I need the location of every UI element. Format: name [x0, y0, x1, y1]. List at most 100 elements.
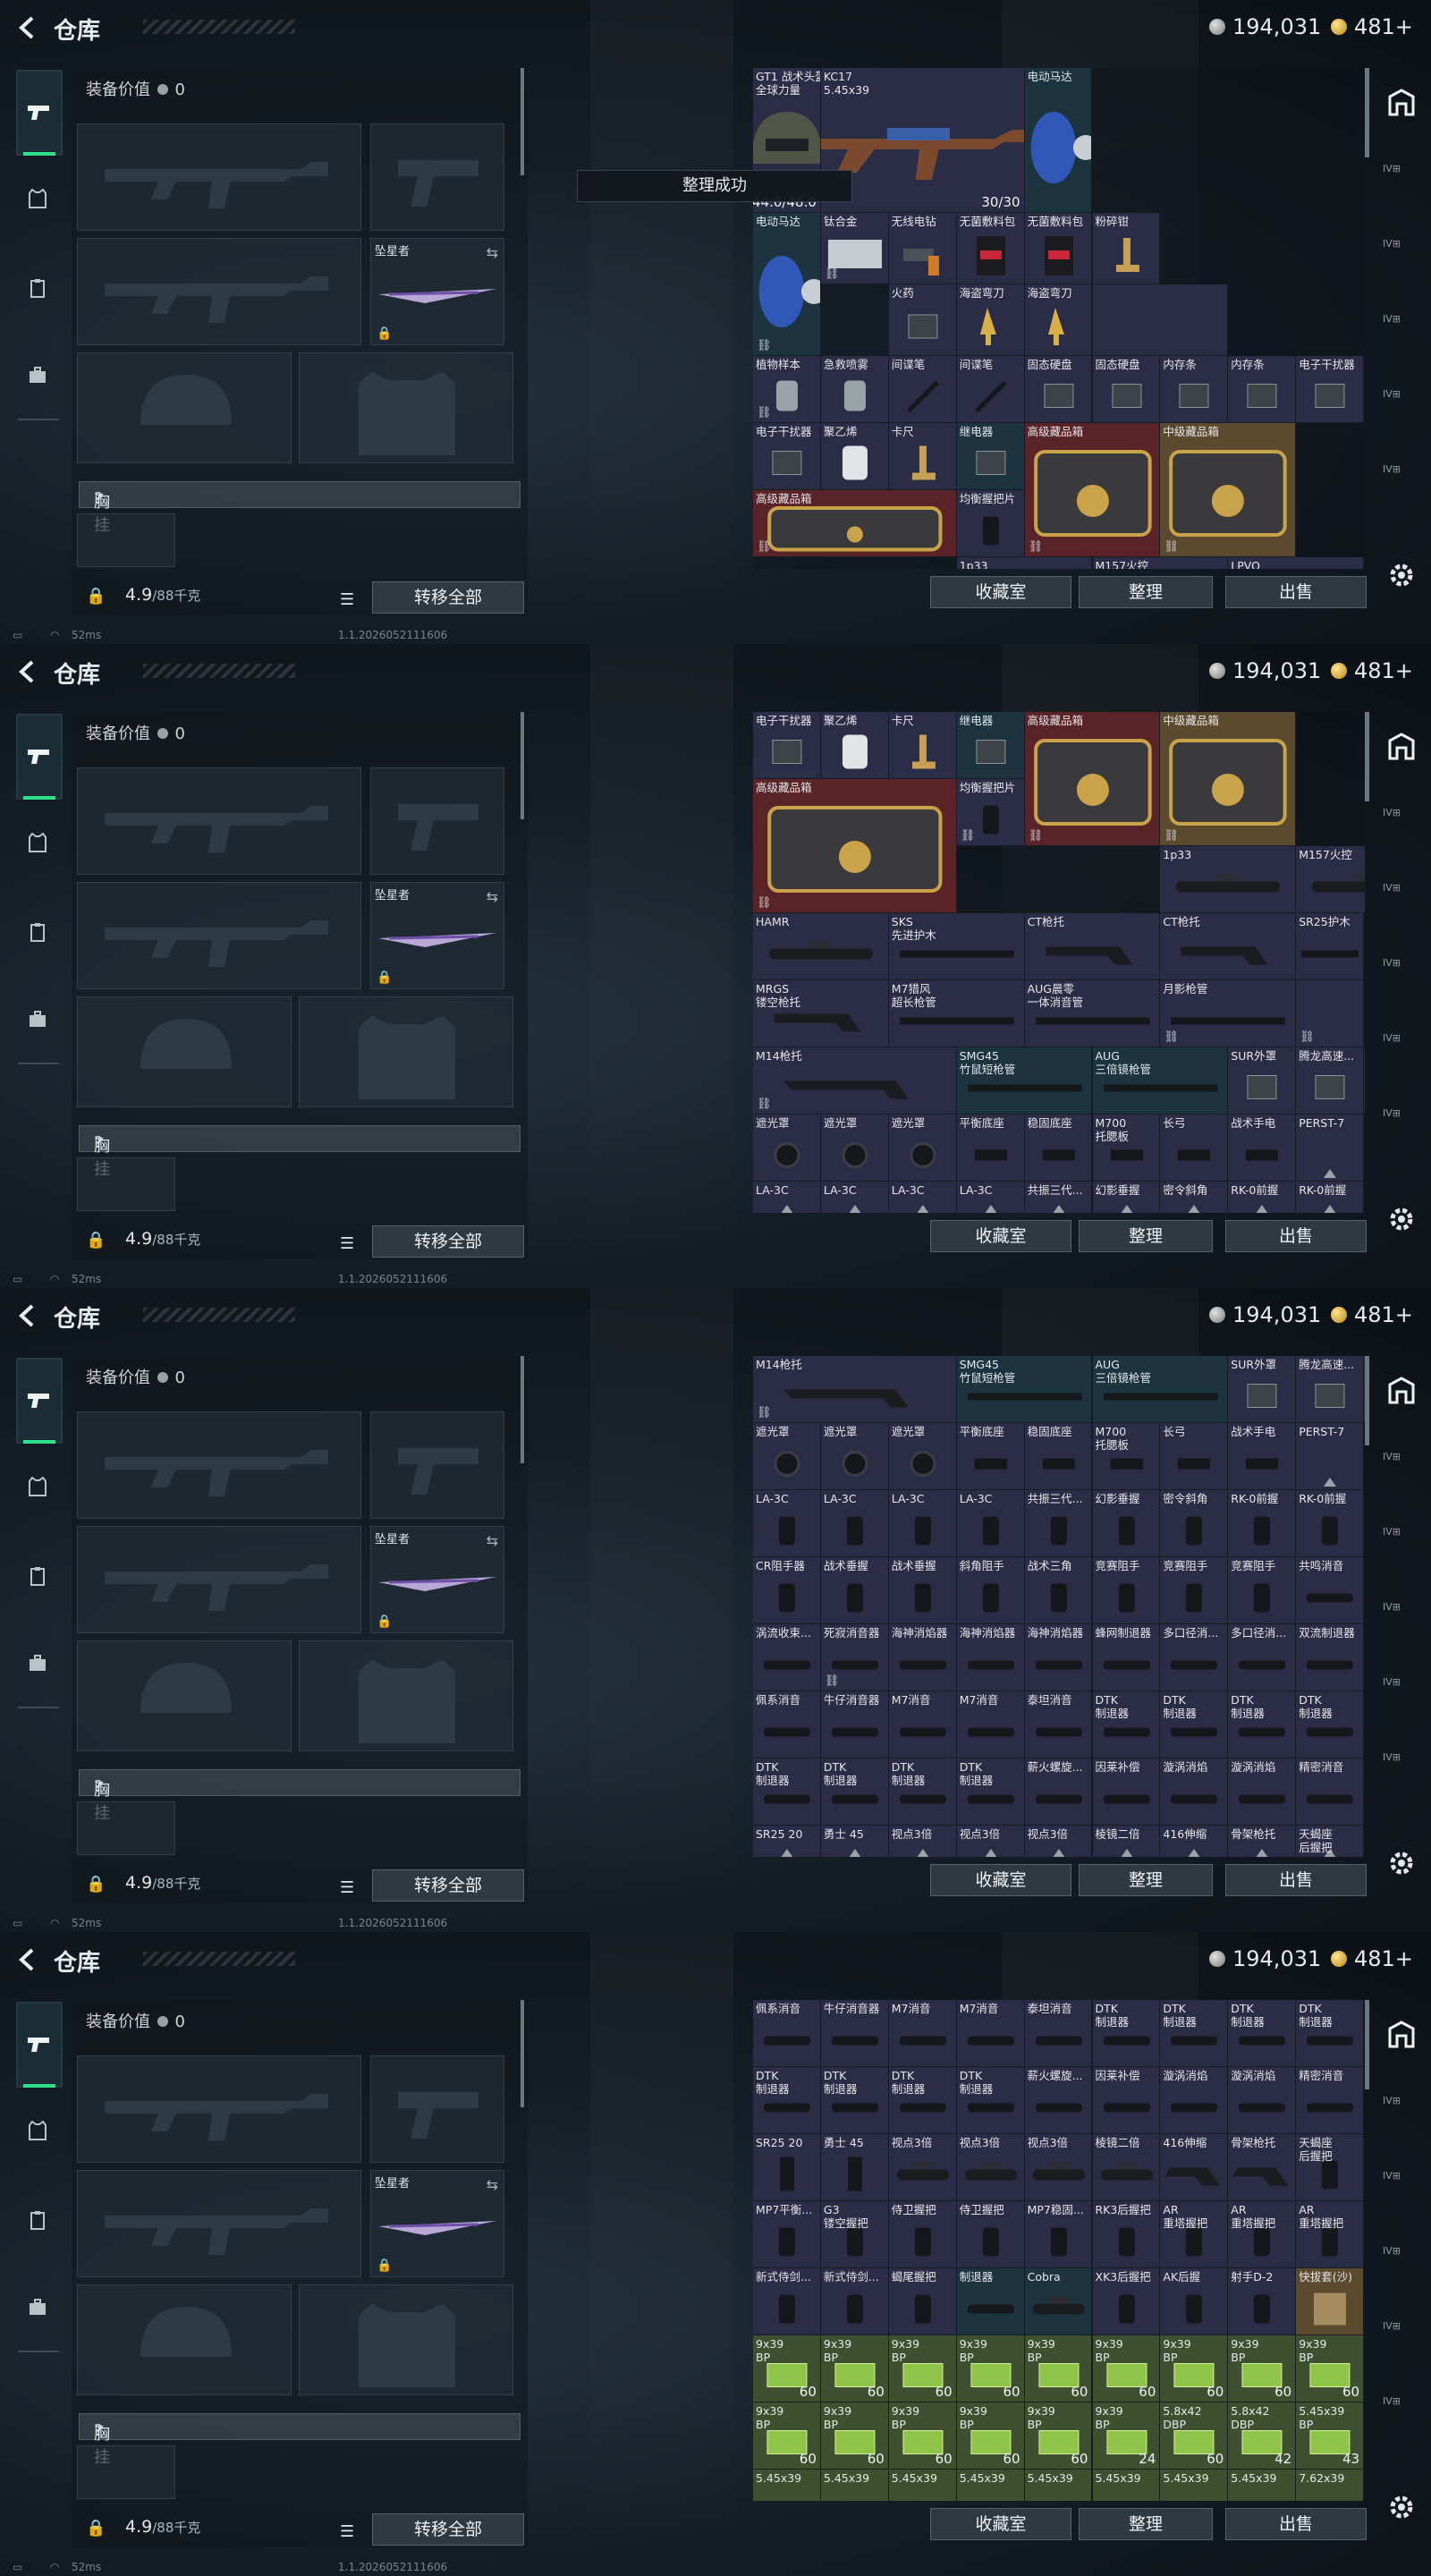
inventory-item[interactable]: 9x39 BP 24: [1092, 2402, 1161, 2470]
inventory-item[interactable]: 高级藏品箱 ⛓: [753, 779, 957, 913]
inventory-item[interactable]: AUG 三倍镜枪管: [1092, 1047, 1229, 1114]
container-badge-3[interactable]: IV⊞: [1383, 313, 1401, 325]
inventory-item[interactable]: RK-0前握: [1296, 1490, 1365, 1557]
inventory-item[interactable]: 均衡握把片: [956, 490, 1025, 557]
inventory-item[interactable]: RK-0前握: [1228, 1182, 1297, 1213]
collection-button[interactable]: 收藏室: [930, 2508, 1071, 2540]
list-icon[interactable]: ☰: [340, 2522, 354, 2541]
inventory-item[interactable]: LA-3C: [820, 1182, 889, 1213]
inventory-item[interactable]: 牛仔消音器: [820, 1691, 889, 1758]
armor-slot[interactable]: [299, 352, 513, 463]
inventory-item[interactable]: 钛合金 ⛓: [820, 213, 889, 284]
inventory-item[interactable]: 腾龙高速...: [1296, 1047, 1365, 1114]
list-icon[interactable]: ☰: [340, 590, 354, 609]
inventory-item[interactable]: 遮光罩: [888, 1114, 957, 1182]
inventory-item[interactable]: 高级藏品箱 ⛓: [753, 490, 957, 557]
sidearm-slot[interactable]: [370, 123, 504, 231]
inventory-item[interactable]: 9x39 BP 60: [1160, 2335, 1229, 2402]
inventory-item[interactable]: CR阻手器: [753, 1557, 821, 1624]
inventory-item[interactable]: 幻影垂握: [1092, 1490, 1161, 1557]
inventory-item[interactable]: DTK 制退器: [1296, 1691, 1365, 1758]
inventory-item[interactable]: 死寂消音器 ⛓: [820, 1624, 889, 1691]
inventory-item[interactable]: CT枪托: [1024, 913, 1161, 980]
inventory-item[interactable]: 均衡握把片 ⛓: [956, 779, 1025, 846]
sort-button[interactable]: 整理: [1079, 1220, 1213, 1252]
chest-rig-section[interactable]: 胸挂 ?: [79, 1125, 521, 1179]
inventory-item[interactable]: 高级藏品箱 ⛓: [1024, 423, 1161, 557]
inventory-item[interactable]: 中级藏品箱 ⛓: [1160, 712, 1297, 846]
inventory-item[interactable]: ⛓: [1296, 980, 1365, 1047]
warehouse-scrollbar[interactable]: [1365, 712, 1369, 801]
inventory-item[interactable]: DTK 制退器: [1228, 1691, 1297, 1758]
inventory-item[interactable]: 火药: [888, 284, 957, 356]
inventory-item[interactable]: DTK 制退器: [820, 1758, 889, 1826]
warehouse-scrollbar[interactable]: [1365, 2000, 1369, 2089]
container-badge-5[interactable]: IV⊞: [1383, 1751, 1401, 1763]
inventory-item[interactable]: 视点3倍: [1024, 2134, 1093, 2201]
inventory-item[interactable]: 内存条: [1228, 356, 1297, 423]
inventory-item[interactable]: 战术垂握: [820, 1557, 889, 1624]
inventory-item[interactable]: 遮光罩: [1364, 1047, 1365, 1114]
inventory-item[interactable]: 竞赛阻手: [1228, 1557, 1297, 1624]
sidearm-slot[interactable]: [370, 2055, 504, 2163]
inventory-item[interactable]: DTK 制退器: [888, 1758, 957, 1826]
primary-weapon-slot[interactable]: [77, 1411, 361, 1519]
inventory-item[interactable]: 共振三代...: [1024, 1182, 1093, 1213]
transfer-all-button[interactable]: 转移全部: [372, 1869, 524, 1902]
container-badge-1[interactable]: IV⊞: [1383, 2095, 1401, 2106]
inventory-item[interactable]: 佩系消音: [753, 1691, 821, 1758]
inventory-item[interactable]: 5.45x39 BP 43: [1296, 2402, 1365, 2470]
inventory-item[interactable]: LA-3C: [888, 1490, 957, 1557]
primary-weapon-slot[interactable]: [77, 2055, 361, 2163]
tab-misc[interactable]: [18, 1000, 57, 1039]
gear-icon[interactable]: [1386, 1204, 1417, 1234]
inventory-item[interactable]: DTK 制退器: [753, 2067, 821, 2134]
inventory-item[interactable]: 9x39 BP 60: [888, 2402, 957, 2470]
inventory-item[interactable]: M14枪托 ⛓: [753, 1047, 957, 1114]
gear-icon[interactable]: [1386, 1848, 1417, 1878]
secondary-weapon-slot[interactable]: [77, 2170, 361, 2277]
melee-slot[interactable]: 坠星者 ⇆ 🔒: [370, 238, 504, 345]
inventory-item[interactable]: DTK 制退器: [820, 2067, 889, 2134]
inventory-item[interactable]: LA-3C: [888, 1182, 957, 1213]
sort-button[interactable]: 整理: [1079, 576, 1213, 608]
inventory-item[interactable]: 遮光罩: [820, 1114, 889, 1182]
inventory-item[interactable]: 海神消焰器: [888, 1624, 957, 1691]
inventory-item[interactable]: 电子干扰器: [753, 423, 821, 490]
inventory-item[interactable]: PERST-7: [1296, 1423, 1365, 1490]
inventory-item[interactable]: 精密消音: [1296, 2067, 1365, 2134]
inventory-item[interactable]: 内存条: [1160, 356, 1229, 423]
inventory-item[interactable]: 双流制退器: [1296, 1624, 1365, 1691]
inventory-item[interactable]: 天蝎座 后握把: [1296, 2134, 1365, 2201]
inventory-item[interactable]: XK3后握把: [1092, 2268, 1161, 2335]
inventory-item[interactable]: DTK 制退器: [1160, 1691, 1229, 1758]
container-badge-1[interactable]: IV⊞: [1383, 807, 1401, 818]
inventory-item[interactable]: 9x39 BP 60: [820, 2335, 889, 2402]
warehouse-scrollbar[interactable]: [1365, 68, 1369, 157]
inventory-item[interactable]: 卡尺: [888, 423, 957, 490]
helmet-slot[interactable]: [77, 2284, 292, 2395]
helmet-slot[interactable]: [77, 352, 292, 463]
transfer-all-button[interactable]: 转移全部: [372, 2513, 524, 2546]
storage-icon[interactable]: [1386, 88, 1417, 118]
inventory-item[interactable]: 9x39 BP 60: [1024, 2335, 1093, 2402]
inventory-item[interactable]: 1p33: [1160, 846, 1297, 913]
storage-icon[interactable]: [1386, 732, 1417, 762]
inventory-item[interactable]: 勇士 45: [820, 1826, 889, 1857]
container-badge-5[interactable]: IV⊞: [1383, 2395, 1401, 2407]
inventory-item[interactable]: 无菌敷料包: [1024, 213, 1093, 284]
inventory-item[interactable]: 漩涡消焰: [1160, 1758, 1229, 1826]
sell-button[interactable]: 出售: [1225, 1220, 1367, 1252]
inventory-item[interactable]: 视点3倍: [1024, 1826, 1093, 1857]
inventory-item[interactable]: DTK 制退器: [888, 2067, 957, 2134]
inventory-item[interactable]: 战术手电: [1228, 1423, 1297, 1490]
helmet-slot[interactable]: [77, 996, 292, 1107]
inventory-item[interactable]: AK后握: [1160, 2268, 1229, 2335]
secondary-weapon-slot[interactable]: [77, 238, 361, 345]
inventory-item[interactable]: 腾龙高速...: [1296, 1356, 1365, 1423]
inventory-item[interactable]: 射手D-2: [1228, 2268, 1297, 2335]
collection-button[interactable]: 收藏室: [930, 1220, 1071, 1252]
inventory-item[interactable]: Cobra: [1024, 2268, 1093, 2335]
inventory-item[interactable]: SUR外罩: [1228, 1047, 1297, 1114]
inventory-item[interactable]: LPVO: [1228, 557, 1365, 569]
